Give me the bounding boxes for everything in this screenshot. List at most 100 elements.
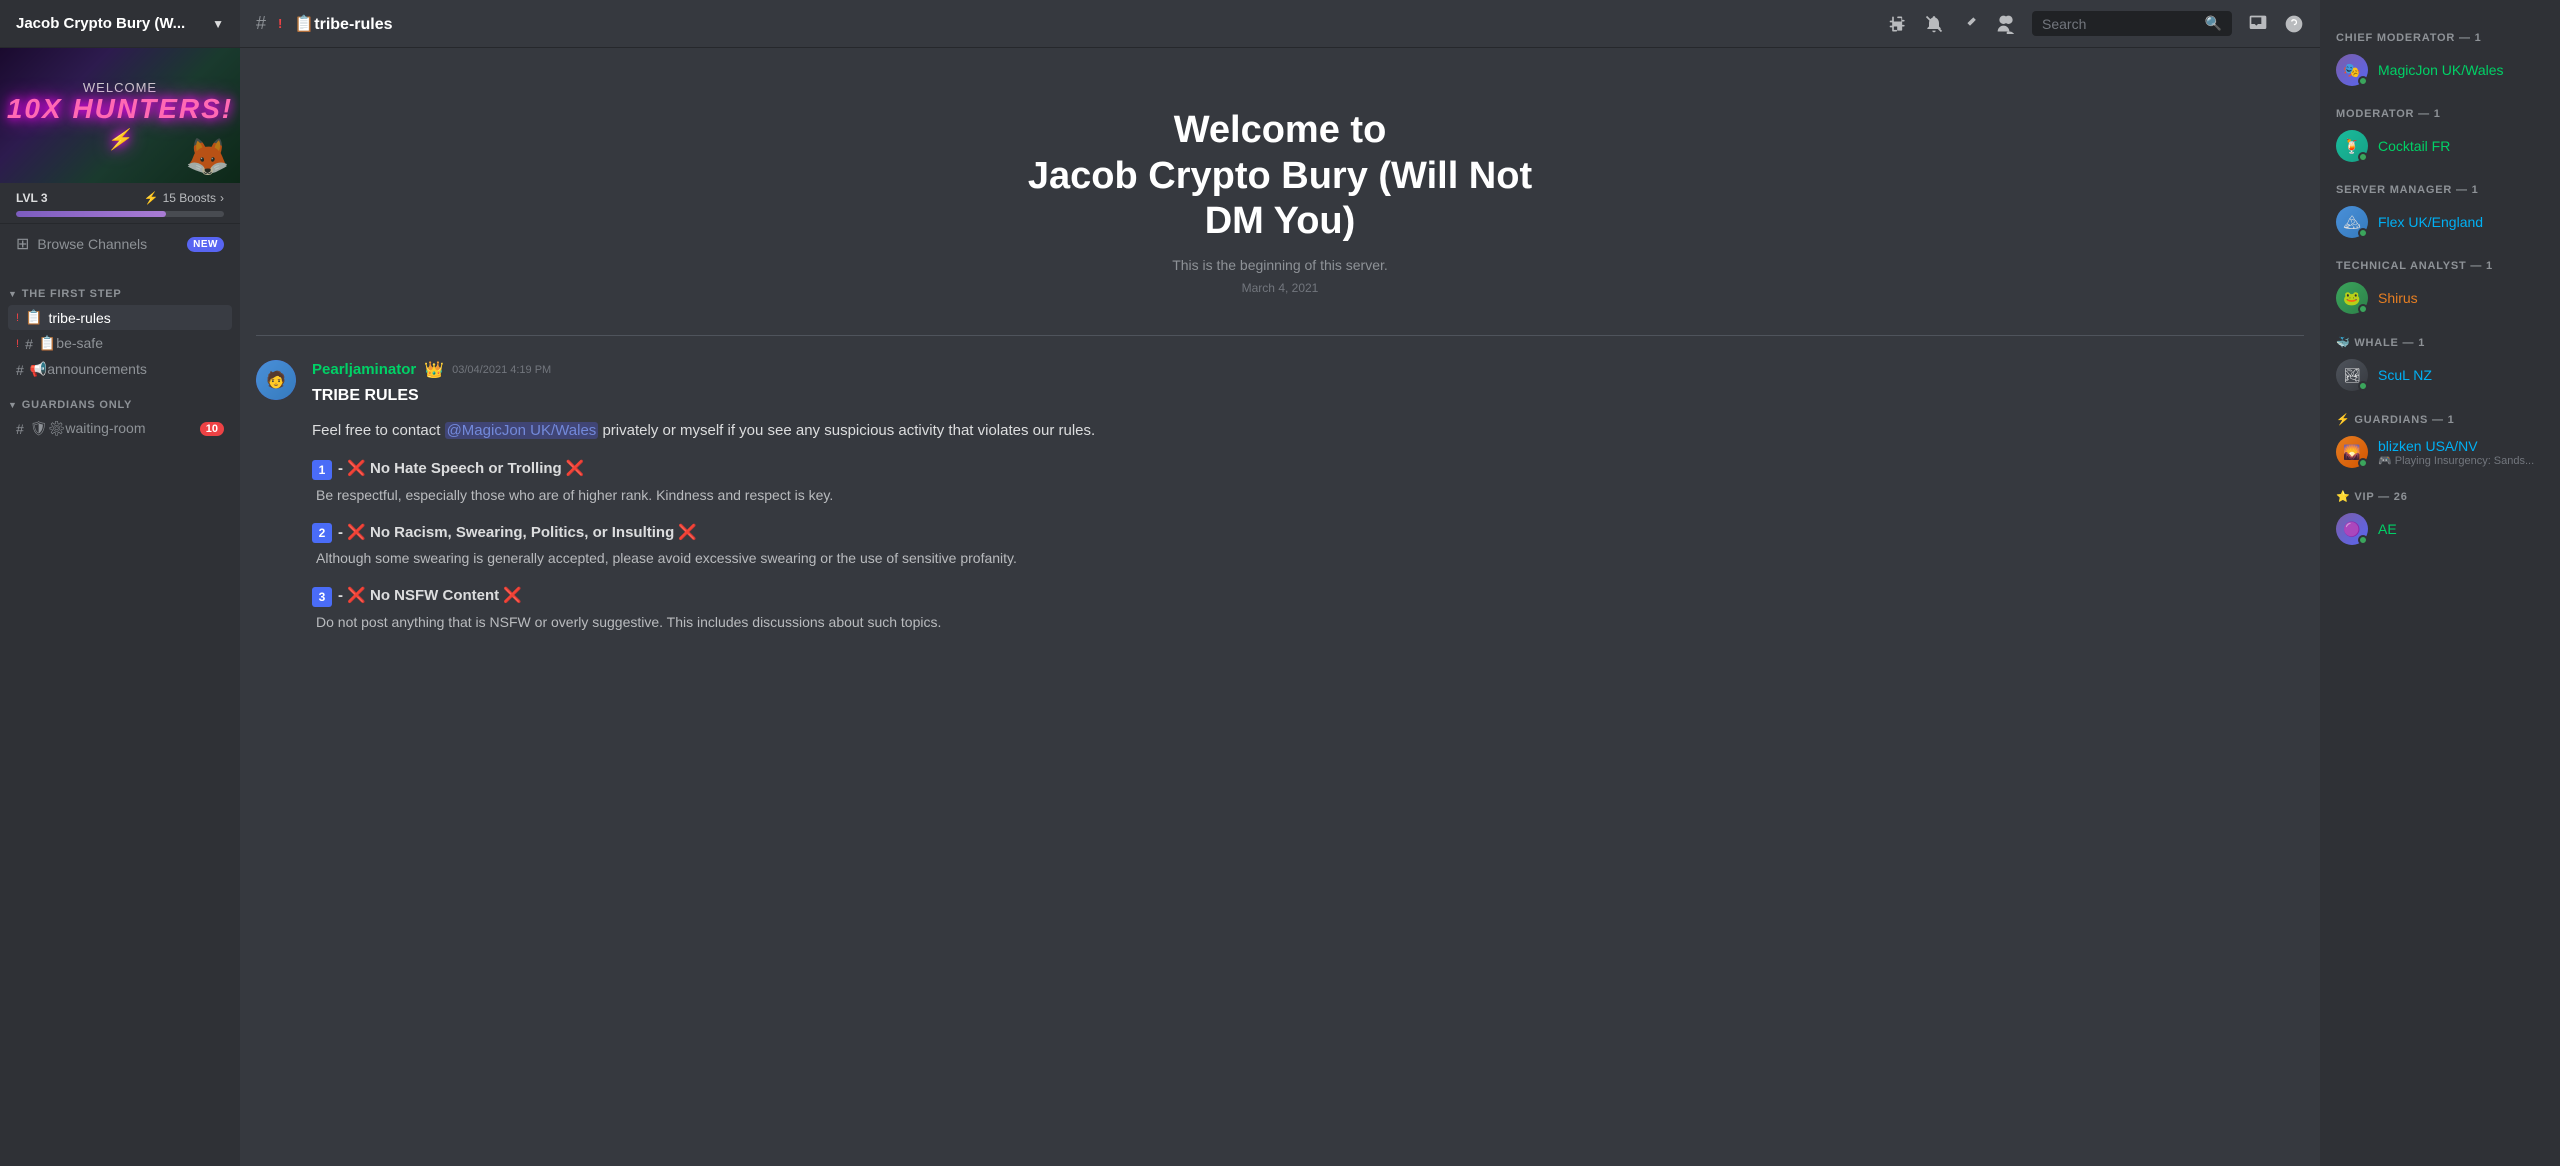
member-avatar-wrap: 🌄 <box>2336 436 2368 468</box>
message-group: 🧑 Pearljaminator 👑 03/04/2021 4:19 PM TR… <box>256 356 2304 653</box>
member-name: blizken USA/NV <box>2378 438 2544 454</box>
channel-badge: 10 <box>200 422 224 436</box>
channel-header-name: 📋tribe-rules <box>294 14 392 34</box>
category-label: THE FIRST STEP <box>22 288 122 300</box>
role-server-manager: SERVER MANAGER — 1 <box>2328 176 2552 200</box>
member-ae[interactable]: 🟣 AE <box>2328 507 2552 551</box>
category-chevron-icon: ▼ <box>8 400 18 410</box>
server-header[interactable]: Jacob Crypto Bury (W... ▼ <box>0 0 240 48</box>
member-avatar-wrap: 🎭 <box>2336 54 2368 86</box>
boost-count[interactable]: ⚡ 15 Boosts › <box>144 191 224 205</box>
channel-text-icon: # <box>16 421 24 437</box>
member-info: AE <box>2378 521 2544 537</box>
channel-announcements[interactable]: # 📢announcements 👤+ <box>8 357 232 382</box>
browse-channels-icon: ⊞ <box>16 234 29 254</box>
message-content: TRIBE RULES Feel free to contact @MagicJ… <box>312 384 2304 633</box>
rule-2-header: 2 - ❌ No Racism, Swearing, Politics, or … <box>312 522 2304 545</box>
avatar-image: 🧑 <box>256 360 296 400</box>
bell-icon[interactable] <box>1924 14 1944 34</box>
boost-level: LVL 3 <box>16 191 48 205</box>
member-info: Shirus <box>2378 290 2544 306</box>
pin-icon[interactable] <box>1960 14 1980 34</box>
member-name: Shirus <box>2378 290 2544 306</box>
category-chevron-icon: ▼ <box>8 289 18 299</box>
mention[interactable]: @MagicJon UK/Wales <box>445 422 599 439</box>
rules-intro: Feel free to contact @MagicJon UK/Wales … <box>312 420 2304 443</box>
member-status-online <box>2358 304 2368 314</box>
channel-text-icon: 📋 <box>25 309 42 326</box>
channel-list: ▼ THE FIRST STEP ! 📋 tribe-rules 👤+ ! # … <box>0 264 240 1166</box>
banner-main: 10X HUNTERS! ⚡ <box>0 95 240 151</box>
member-avatar-wrap: 🐸 <box>2336 282 2368 314</box>
member-info: Cocktail FR <box>2378 138 2544 154</box>
boost-progress-fill <box>16 211 166 217</box>
category-label: GUARDIANS ONLY <box>22 399 132 411</box>
member-avatar-wrap: 🟣 <box>2336 513 2368 545</box>
channel-name: 📋be-safe <box>39 335 224 352</box>
rule-3-title: - ❌ No NSFW Content ❌ <box>338 585 522 608</box>
server-name: Jacob Crypto Bury (W... <box>16 15 185 32</box>
message-author[interactable]: Pearljaminator <box>312 361 416 378</box>
rule-1: 1 - ❌ No Hate Speech or Trolling ❌ Be re… <box>312 458 2304 506</box>
hashtag-header-button[interactable] <box>1888 14 1908 34</box>
search-placeholder: Search <box>2042 16 2197 32</box>
member-status-online <box>2358 535 2368 545</box>
member-cocktail[interactable]: 🍹 Cocktail FR <box>2328 124 2552 168</box>
members-icon[interactable] <box>1996 14 2016 34</box>
member-activity: 🎮 Playing Insurgency: Sands... <box>2378 454 2544 467</box>
search-icon: 🔍 <box>2205 15 2222 32</box>
channel-exclaim-icon: ! <box>16 338 19 350</box>
browse-channels-label: Browse Channels <box>37 236 179 252</box>
message-avatar[interactable]: 🧑 <box>256 360 296 400</box>
lightning-icon: ⚡ <box>107 129 134 151</box>
member-blizken[interactable]: 🌄 blizken USA/NV 🎮 Playing Insurgency: S… <box>2328 430 2552 474</box>
role-vip: ⭐ VIP — 26 <box>2328 482 2552 507</box>
search-box[interactable]: Search 🔍 <box>2032 11 2232 36</box>
category-guardians-only[interactable]: ▼ GUARDIANS ONLY <box>0 383 240 415</box>
help-icon[interactable] <box>2284 14 2304 34</box>
member-name: Flex UK/England <box>2378 214 2544 230</box>
member-avatar-wrap: 🍹 <box>2336 130 2368 162</box>
rule-2-title: - ❌ No Racism, Swearing, Politics, or In… <box>338 522 697 545</box>
role-guardians: ⚡ GUARDIANS — 1 <box>2328 405 2552 430</box>
category-the-first-step[interactable]: ▼ THE FIRST STEP <box>0 272 240 304</box>
header-actions: Search 🔍 <box>1888 11 2304 36</box>
welcome-date: March 4, 2021 <box>276 281 2284 295</box>
member-flex[interactable]: 🏔 Flex UK/England <box>2328 200 2552 244</box>
message-timestamp: 03/04/2021 4:19 PM <box>452 364 551 376</box>
member-name: MagicJon UK/Wales <box>2378 62 2544 78</box>
rule-3-header: 3 - ❌ No NSFW Content ❌ <box>312 585 2304 608</box>
member-info: MagicJon UK/Wales <box>2378 62 2544 78</box>
member-status-online <box>2358 381 2368 391</box>
messages-area[interactable]: Welcome to Jacob Crypto Bury (Will Not D… <box>240 48 2320 1166</box>
channel-exclaim-icon: ! <box>16 312 19 324</box>
boost-progress-bar <box>16 211 224 217</box>
channel-name: tribe-rules <box>49 310 193 326</box>
message-body: Pearljaminator 👑 03/04/2021 4:19 PM TRIB… <box>312 360 2304 649</box>
channel-be-safe[interactable]: ! # 📋be-safe <box>8 331 232 356</box>
hashtag-icon: # <box>256 13 266 34</box>
sidebar-left: Jacob Crypto Bury (W... ▼ WELCOME 10X HU… <box>0 0 240 1166</box>
member-magicjon[interactable]: 🎭 MagicJon UK/Wales <box>2328 48 2552 92</box>
channel-name: 🛡⚙waiting-room <box>30 420 194 437</box>
channel-name: 📢announcements <box>30 361 193 378</box>
chevron-right-icon: › <box>220 191 224 205</box>
member-shirus[interactable]: 🐸 Shirus <box>2328 276 2552 320</box>
rule-2-body: Although some swearing is generally acce… <box>312 548 2304 569</box>
rule-1-title: - ❌ No Hate Speech or Trolling ❌ <box>338 458 585 481</box>
message-header: Pearljaminator 👑 03/04/2021 4:19 PM <box>312 360 2304 380</box>
role-technical-analyst: TECHNICAL ANALYST — 1 <box>2328 252 2552 276</box>
welcome-title: Welcome to Jacob Crypto Bury (Will Not D… <box>276 108 2284 245</box>
member-avatar-wrap: 🏔 <box>2336 206 2368 238</box>
rule-1-header: 1 - ❌ No Hate Speech or Trolling ❌ <box>312 458 2304 481</box>
channel-tribe-rules[interactable]: ! 📋 tribe-rules 👤+ <box>8 305 232 330</box>
channel-header: # ! 📋tribe-rules Search 🔍 <box>240 0 2320 48</box>
browse-channels-button[interactable]: ⊞ Browse Channels NEW <box>0 224 240 264</box>
inbox-icon[interactable] <box>2248 14 2268 34</box>
member-avatar-wrap: 🏞 <box>2336 359 2368 391</box>
channel-waiting-room[interactable]: # 🛡⚙waiting-room 10 <box>8 416 232 441</box>
role-whale: 🐳 WHALE — 1 <box>2328 328 2552 353</box>
channel-text-icon: # <box>16 362 24 378</box>
member-info: ScuL NZ <box>2378 367 2544 383</box>
member-scul[interactable]: 🏞 ScuL NZ <box>2328 353 2552 397</box>
